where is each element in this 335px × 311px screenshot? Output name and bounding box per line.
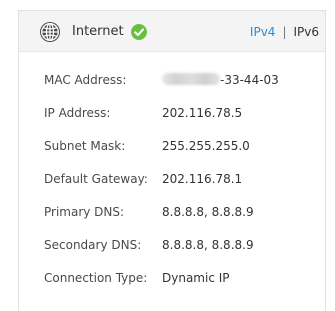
internet-status-panel: Internet IPv4 | IPv6 MAC Address: -33-44-0… bbox=[18, 10, 326, 311]
subnet-mask-label: Subnet Mask: bbox=[44, 139, 126, 153]
ip-address-label: IP Address: bbox=[44, 106, 111, 120]
secondary-dns-label: Secondary DNS: bbox=[44, 238, 142, 252]
secondary-dns-value: 8.8.8.8, 8.8.8.9 bbox=[162, 238, 254, 252]
panel-header: Internet IPv4 | IPv6 bbox=[19, 10, 325, 52]
connection-type-value: Dynamic IP bbox=[162, 271, 230, 285]
mac-address-value: -33-44-03 bbox=[220, 73, 279, 87]
ip-version-switch: IPv4 | IPv6 bbox=[250, 24, 319, 40]
mac-address-blur-mask bbox=[162, 73, 220, 85]
primary-dns-value: 8.8.8.8, 8.8.8.9 bbox=[162, 205, 254, 219]
mac-address-label: MAC Address: bbox=[44, 73, 127, 87]
panel-title: Internet bbox=[72, 24, 124, 39]
check-circle-icon bbox=[131, 24, 147, 40]
mac-address-value-group: -33-44-03 bbox=[162, 72, 279, 88]
ip-address-value: 202.116.78.5 bbox=[162, 106, 243, 120]
connection-type-label: Connection Type: bbox=[44, 271, 148, 285]
globe-icon bbox=[40, 22, 60, 42]
default-gateway-value: 202.116.78.1 bbox=[162, 172, 243, 186]
primary-dns-label: Primary DNS: bbox=[44, 205, 125, 219]
ipv4-tab[interactable]: IPv4 bbox=[250, 25, 276, 39]
tab-separator: | bbox=[282, 25, 287, 39]
default-gateway-label: Default Gateway: bbox=[44, 172, 148, 186]
subnet-mask-value: 255.255.255.0 bbox=[162, 139, 250, 153]
ipv6-tab[interactable]: IPv6 bbox=[293, 25, 319, 39]
